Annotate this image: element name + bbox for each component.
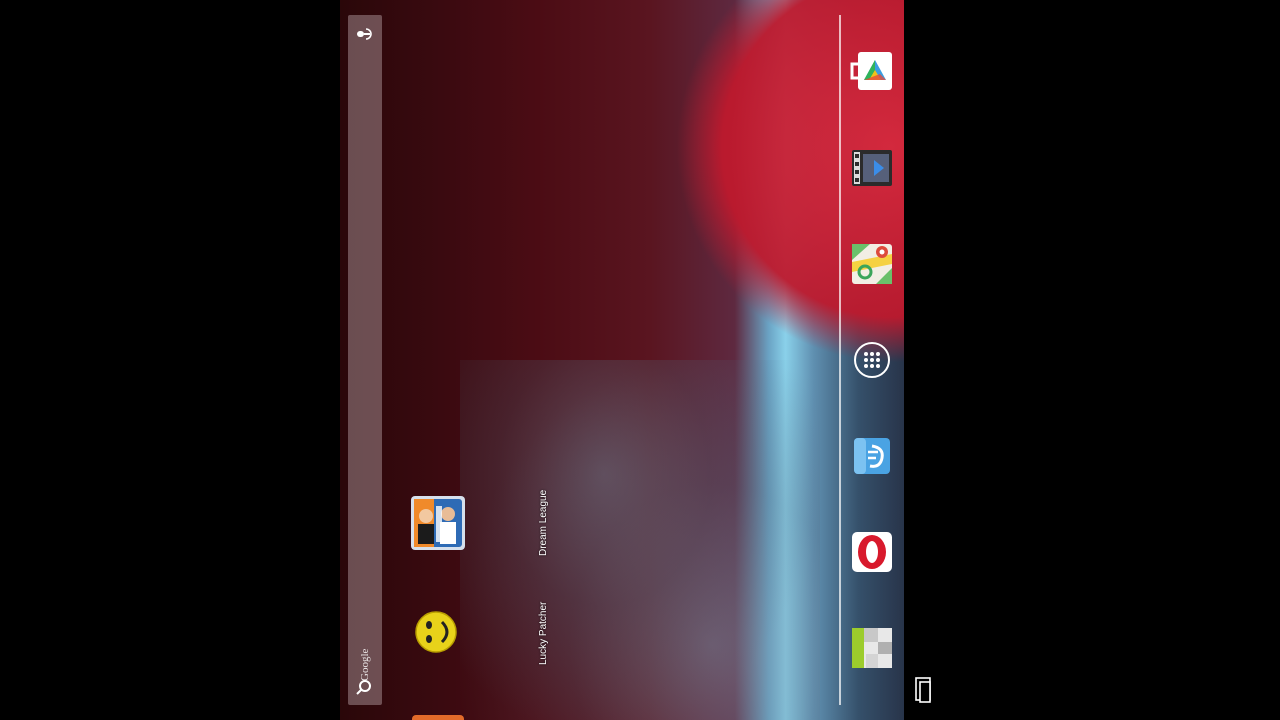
microphone-icon[interactable]	[356, 25, 374, 43]
search-icon[interactable]	[355, 678, 373, 696]
search-hint-text: Google	[359, 648, 371, 681]
play-store-icon[interactable]	[850, 50, 894, 94]
dream-league-icon	[410, 494, 466, 550]
apps-drawer-icon[interactable]	[850, 338, 894, 382]
partial-app-icon[interactable]	[412, 715, 464, 720]
shortcut-label: Dream League	[538, 489, 549, 556]
google-search-bar[interactable]: Google	[348, 15, 382, 705]
es-file-explorer-icon[interactable]	[850, 434, 894, 478]
lucky-patcher-icon	[414, 608, 470, 664]
search-hint: Google	[350, 625, 380, 685]
shortcut-lucky-patcher[interactable]: Lucky Patcher	[414, 602, 549, 678]
recent-apps-button[interactable]	[912, 676, 934, 704]
maps-icon[interactable]	[850, 242, 894, 286]
dock-divider	[839, 15, 841, 705]
shortcut-label: Lucky Patcher	[538, 601, 549, 665]
home-screen: Google Dream League Lucky Patcher	[340, 0, 904, 720]
video-editor-icon[interactable]	[850, 146, 894, 190]
square-app-icon[interactable]	[850, 626, 894, 670]
shortcut-dream-league[interactable]: Dream League	[410, 490, 549, 564]
opera-icon[interactable]	[850, 530, 894, 574]
